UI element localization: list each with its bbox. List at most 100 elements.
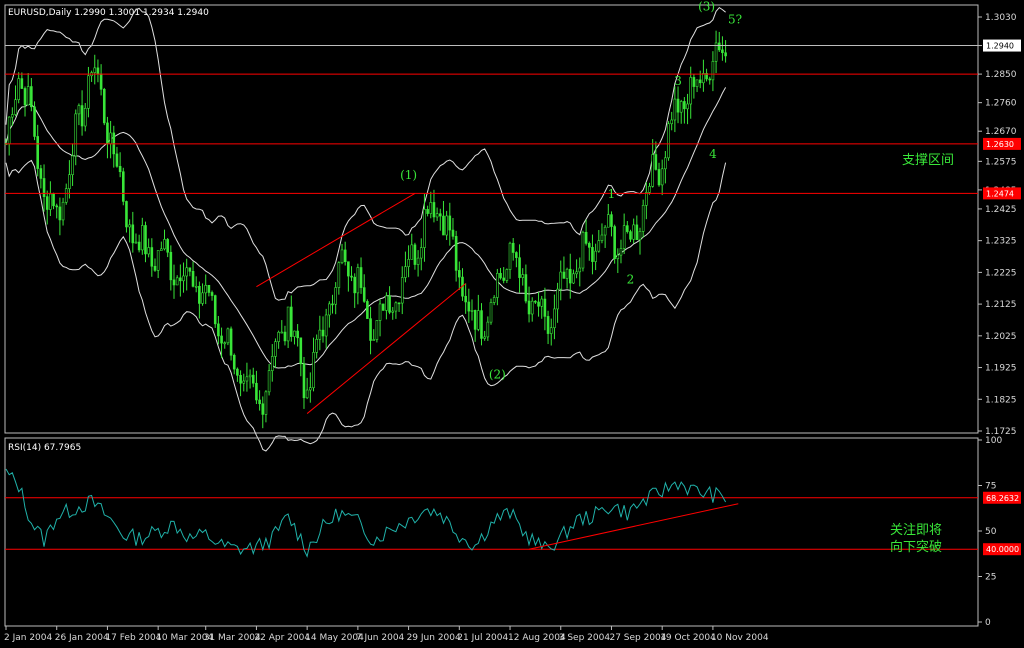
candle-body: [277, 331, 280, 342]
candle-body: [201, 292, 204, 304]
candle-body: [258, 399, 261, 405]
candle-body: [198, 286, 201, 304]
candle-body: [175, 277, 179, 286]
candle-body: [191, 271, 195, 287]
candle-body: [648, 186, 651, 193]
candle-body: [359, 267, 363, 288]
candle-body: [568, 268, 572, 284]
candle-body: [121, 171, 125, 202]
candle-body: [413, 244, 417, 265]
candle-body: [480, 310, 483, 339]
wave-label: (2): [489, 368, 506, 382]
candle-body: [477, 310, 480, 330]
candle-body: [93, 67, 97, 73]
candle-body: [242, 380, 246, 384]
candle-body: [194, 286, 198, 288]
candle-body: [660, 168, 664, 186]
candle-body: [518, 257, 521, 278]
candle-body: [153, 265, 157, 271]
candle-body: [489, 302, 493, 323]
candle-body: [508, 242, 512, 270]
candle-body: [347, 261, 350, 277]
price-tick-label: 1.2125: [985, 300, 1017, 310]
candle-body: [131, 224, 135, 244]
candle-body: [36, 136, 40, 169]
x-tick-label: 12 Aug 2004: [508, 633, 566, 643]
candle-body: [546, 316, 550, 334]
price-level-label: 1.2630: [986, 140, 1014, 149]
candle-body: [657, 169, 661, 186]
wave-label: 4: [709, 147, 717, 161]
candle-body: [454, 236, 458, 271]
candle-body: [118, 166, 122, 173]
candle-body: [77, 105, 81, 115]
candle-body: [213, 295, 217, 325]
candle-body: [445, 215, 448, 236]
candle-body: [448, 215, 452, 231]
candle-body: [324, 314, 328, 337]
candle-body: [160, 248, 163, 251]
candle-body: [255, 382, 258, 401]
candle-body: [185, 267, 188, 277]
candle-body: [156, 250, 160, 271]
candle-body: [686, 103, 689, 110]
candle-body: [575, 271, 578, 275]
candle-body: [87, 75, 90, 109]
candle-body: [239, 375, 242, 384]
candle-body: [267, 370, 271, 393]
candle-body: [106, 122, 109, 144]
candle-body: [524, 274, 528, 302]
x-tick-label: 3 Sep 2004: [559, 633, 611, 643]
candle-body: [45, 196, 49, 210]
price-panel-title: EURUSD,Daily 1.2990 1.3001 1.2934 1.2940: [8, 8, 209, 18]
candle-body: [651, 154, 654, 187]
candle-body: [385, 295, 388, 311]
candle-body: [502, 277, 505, 281]
candle-body: [350, 275, 353, 278]
candle-body: [591, 247, 594, 262]
candle-body: [375, 320, 379, 340]
candle-body: [17, 78, 20, 101]
price-tick-label: 1.2225: [985, 268, 1017, 278]
candle-body: [64, 188, 68, 203]
candle-body: [543, 298, 547, 317]
candle-body: [721, 49, 724, 54]
candle-body: [137, 241, 141, 251]
candle-body: [423, 209, 426, 248]
candle-body: [534, 300, 537, 303]
candle-body: [635, 224, 639, 240]
x-tick-label: 29 Jun 2004: [407, 633, 461, 643]
candle-body: [673, 98, 677, 121]
x-tick-label: 31 Mar 2004: [204, 633, 261, 643]
candle-body: [540, 298, 544, 307]
candle-body: [251, 374, 255, 384]
candle-body: [724, 52, 727, 57]
candle-body: [334, 287, 337, 305]
candle-body: [381, 303, 385, 311]
candle-body: [432, 202, 436, 218]
rsi-panel-title: RSI(14) 67.7965: [8, 443, 81, 453]
candle-body: [125, 201, 128, 228]
price-tick-label: 1.2325: [985, 237, 1017, 247]
candle-body: [172, 279, 176, 286]
candle-body: [26, 86, 30, 106]
candle-body: [71, 155, 74, 176]
rsi-level-label: 68.2632: [986, 494, 1019, 503]
candle-body: [515, 252, 518, 258]
x-tick-label: 26 Jan 2004: [55, 633, 109, 643]
candle-body: [664, 157, 667, 170]
candle-body: [626, 225, 629, 232]
candle-body: [410, 244, 414, 260]
rsi-tick-label: 50: [985, 527, 997, 537]
candle-body: [695, 79, 699, 87]
candle-body: [600, 234, 604, 242]
candle-body: [321, 329, 325, 337]
candle-body: [23, 88, 27, 106]
candle-body: [80, 105, 84, 127]
candle-body: [483, 336, 486, 339]
candle-body: [429, 202, 433, 214]
candle-body: [372, 339, 376, 341]
candle-body: [147, 247, 150, 255]
candle-body: [562, 271, 566, 279]
candle-body: [163, 239, 166, 250]
